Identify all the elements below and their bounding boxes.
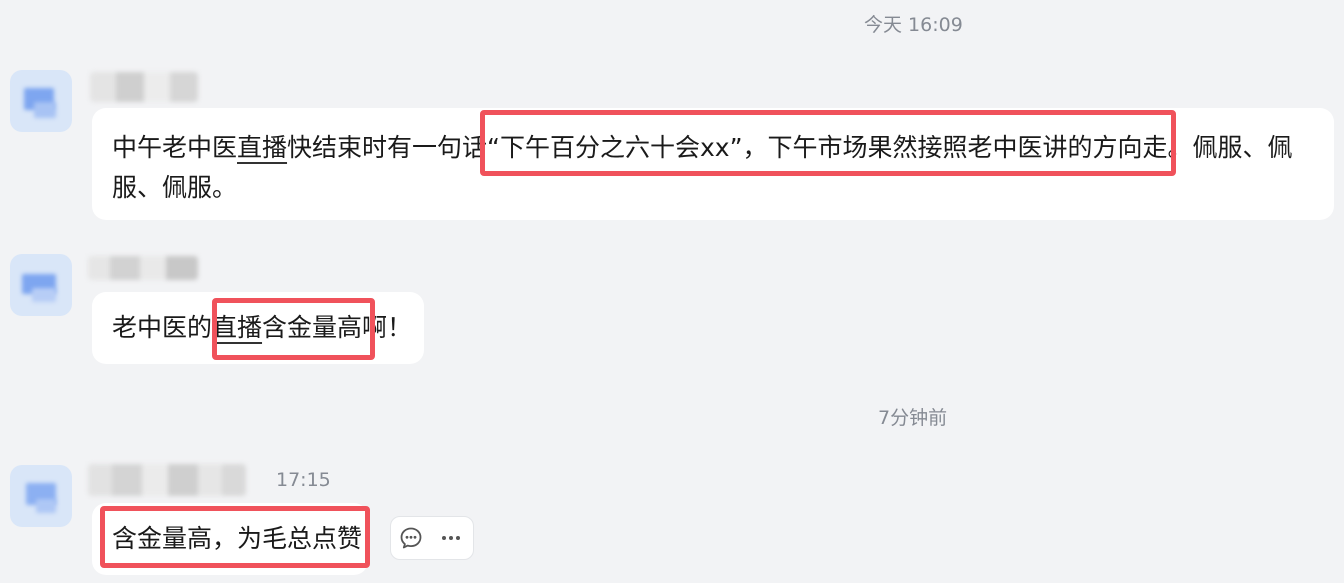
- message-text: 中午老中医: [112, 133, 238, 162]
- message-text: 含金量高，为毛总点赞: [112, 524, 363, 553]
- sender-name: [88, 256, 198, 280]
- message-action-bar: [390, 516, 474, 560]
- timestamp-today: 今天 16:09: [864, 14, 963, 36]
- sender-name: [90, 72, 198, 102]
- timestamp-relative: 7分钟前: [878, 407, 948, 429]
- message-bubble[interactable]: 中午老中医直播快结束时有一句话“下午百分之六十会xx”，下午市场果然接照老中医讲…: [92, 108, 1334, 220]
- message-time: 17:15: [276, 469, 331, 491]
- message-text: 老中医的: [112, 313, 213, 342]
- comment-icon[interactable]: [391, 517, 431, 559]
- message-bubble[interactable]: 老中医的直播含金量高啊！: [92, 292, 424, 364]
- more-icon[interactable]: [431, 517, 471, 559]
- message-text: 含金量高啊！: [262, 313, 413, 342]
- message-text: 快结束时有一句话“下午百分之六十会xx”，下午市场果然接照老中医讲的方向走。佩服…: [112, 133, 1293, 202]
- message-link-live[interactable]: 直播: [212, 313, 262, 342]
- message-link-live[interactable]: 直播: [237, 133, 287, 162]
- avatar[interactable]: [10, 70, 72, 132]
- sender-name: [88, 464, 246, 496]
- message-bubble[interactable]: 含金量高，为毛总点赞: [92, 503, 368, 575]
- avatar[interactable]: [10, 254, 72, 316]
- avatar[interactable]: [10, 465, 72, 527]
